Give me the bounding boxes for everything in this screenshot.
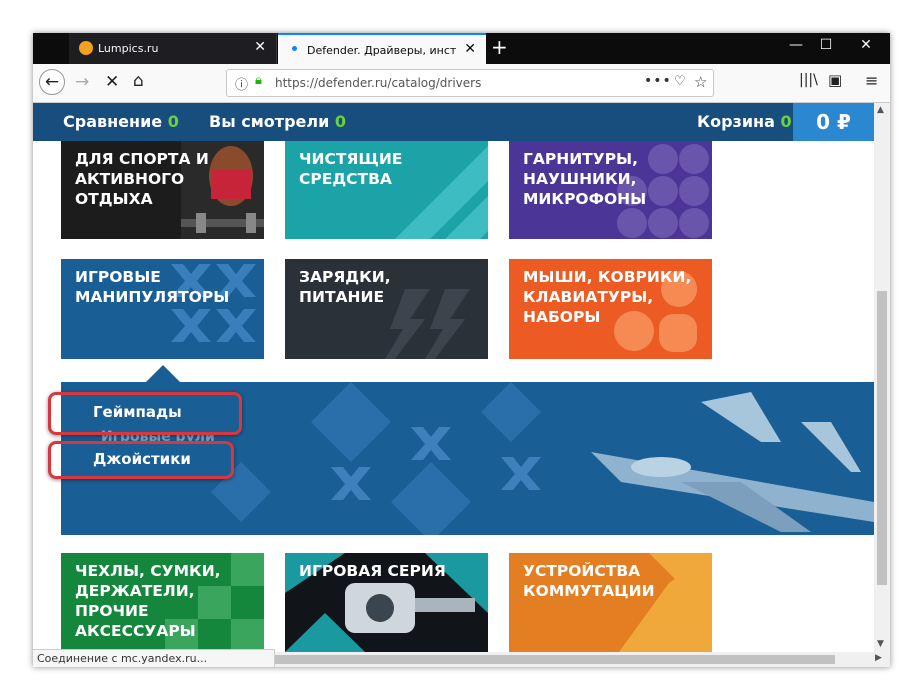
tab-lumpics[interactable]: Lumpics.ru ✕ (69, 33, 277, 64)
info-icon[interactable]: ⓘ (235, 74, 248, 93)
tile-sport[interactable]: ДЛЯ СПОРТА И АКТИВНОГО ОТДЫХА (61, 141, 264, 239)
tile-cases[interactable]: ЧЕХЛЫ, СУМКИ, ДЕРЖАТЕЛИ, ПРОЧИЕ АКСЕССУА… (61, 553, 264, 652)
back-icon[interactable]: ← (39, 69, 65, 95)
scroll-up-icon[interactable]: ▲ (877, 105, 884, 115)
highlight-gamepads (48, 392, 242, 435)
vertical-scrollbar[interactable]: ▲ ▼ (874, 103, 890, 652)
vertical-scroll-thumb[interactable] (877, 291, 887, 585)
tab-strip: Lumpics.ru ✕ Defender. Драйверы, инструк… (33, 33, 890, 64)
nav-toolbar: ← → ✕ ⌂ ⓘ 🔒︎ https://defender.ru/catalog… (33, 64, 890, 103)
library-icon[interactable]: |||\ (799, 72, 818, 88)
page-actions-icon[interactable]: ••• (644, 73, 672, 89)
tile-label: ИГРОВАЯ СЕРИЯ (299, 562, 446, 580)
cart-count: 0 (780, 112, 792, 131)
lock-icon[interactable]: 🔒︎ (255, 73, 262, 88)
url-text[interactable]: https://defender.ru/catalog/drivers (275, 76, 481, 90)
tile-chargers[interactable]: ЗАРЯДКИ, ПИТАНИЕ (285, 259, 488, 359)
sidebar-icon[interactable]: ▣ (828, 71, 842, 89)
fighter-jet-image (591, 392, 874, 532)
browser-window: Lumpics.ru ✕ Defender. Драйверы, инструк… (33, 33, 890, 667)
tile-headsets[interactable]: ГАРНИТУРЫ, НАУШНИКИ, МИКРОФОНЫ (509, 141, 712, 239)
tile-gaming-series[interactable]: ИГРОВАЯ СЕРИЯ (285, 553, 488, 652)
tile-mice-keyboards[interactable]: МЫШИ, КОВРИКИ, КЛАВИАТУРЫ, НАБОРЫ (509, 259, 712, 359)
minimize-icon[interactable]: — (781, 37, 811, 53)
loading-dot-icon (292, 46, 297, 51)
forward-icon[interactable]: → (75, 72, 89, 92)
tab-defender[interactable]: Defender. Драйверы, инструк ✕ (278, 33, 486, 64)
close-tab-icon[interactable]: ✕ (464, 41, 476, 57)
new-tab-icon[interactable]: + (491, 35, 508, 59)
compare-count: 0 (167, 112, 179, 131)
pocket-icon[interactable]: ♡ (674, 74, 686, 89)
tile-label: ДЛЯ СПОРТА И АКТИВНОГО ОТДЫХА (75, 150, 209, 208)
lumpics-favicon-icon (79, 41, 93, 55)
maximize-icon[interactable]: ☐ (811, 37, 841, 53)
horizontal-scrollbar[interactable]: ▶ (275, 652, 890, 667)
tile-label: ЧИСТЯЩИЕ СРЕДСТВА (299, 150, 403, 188)
status-bar: Соединение с mc.yandex.ru... (33, 649, 275, 667)
scroll-right-icon[interactable]: ▶ (875, 653, 882, 663)
home-icon[interactable]: ⌂ (133, 71, 144, 91)
cart-total[interactable]: 0 ₽ (793, 103, 874, 141)
cart-link[interactable]: Корзина 0 (697, 112, 792, 131)
site-header: Сравнение 0 Вы смотрели 0 Корзина 0 0 ₽ (33, 103, 874, 141)
highlight-joysticks (48, 441, 234, 479)
tab-title: Lumpics.ru (98, 42, 159, 55)
scroll-down-icon[interactable]: ▼ (877, 639, 884, 649)
tile-switching[interactable]: УСТРОЙСТВА КОММУТАЦИИ (509, 553, 712, 652)
tile-label: ИГРОВЫЕ МАНИПУЛЯТОРЫ (75, 268, 230, 306)
tile-label: УСТРОЙСТВА КОММУТАЦИИ (523, 562, 655, 600)
horizontal-scroll-thumb[interactable] (275, 655, 835, 664)
viewed-count: 0 (334, 112, 347, 131)
address-bar[interactable]: ⓘ 🔒︎ https://defender.ru/catalog/drivers… (226, 69, 714, 97)
tile-cleaning[interactable]: ЧИСТЯЩИЕ СРЕДСТВА (285, 141, 488, 239)
close-tab-icon[interactable]: ✕ (254, 39, 266, 55)
compare-link[interactable]: Сравнение 0 (63, 112, 179, 131)
submenu-pointer (145, 365, 181, 383)
tile-gaming-controllers[interactable]: ИГРОВЫЕ МАНИПУЛЯТОРЫ (61, 259, 264, 359)
window-close-icon[interactable]: ✕ (851, 37, 881, 53)
menu-icon[interactable]: ≡ (865, 71, 878, 90)
tab-title: Defender. Драйверы, инструк (307, 44, 457, 57)
tile-label: ЧЕХЛЫ, СУМКИ, ДЕРЖАТЕЛИ, ПРОЧИЕ АКСЕССУА… (75, 562, 221, 640)
tile-label: МЫШИ, КОВРИКИ, КЛАВИАТУРЫ, НАБОРЫ (523, 268, 692, 326)
page-content: Сравнение 0 Вы смотрели 0 Корзина 0 0 ₽ … (33, 103, 874, 652)
bookmark-star-icon[interactable]: ☆ (694, 73, 707, 91)
tile-label: ЗАРЯДКИ, ПИТАНИЕ (299, 268, 391, 306)
stop-icon[interactable]: ✕ (105, 72, 119, 92)
viewed-link[interactable]: Вы смотрели 0 (209, 112, 346, 131)
tile-label: ГАРНИТУРЫ, НАУШНИКИ, МИКРОФОНЫ (523, 150, 647, 208)
